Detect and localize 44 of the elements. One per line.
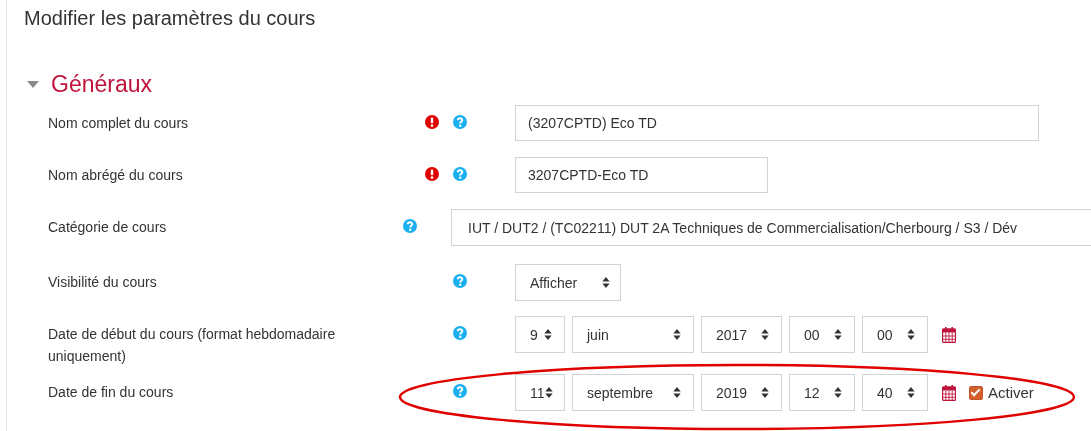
date-select[interactable]: septembre [572,374,694,411]
enable-checkbox[interactable] [969,385,983,400]
date-select[interactable]: juin [572,316,694,353]
calendar-icon[interactable] [942,326,956,343]
sort-arrows-icon [761,329,769,340]
date-select[interactable]: 00 [789,316,855,353]
help-icon[interactable] [453,115,467,129]
select-dropdown[interactable]: IUT / DUT2 / (TC02211) DUT 2A Techniques de Commercialisation/Cherbourg / S3 / Dév [451,209,1091,246]
date-select[interactable]: 11 [515,374,565,411]
field-label: Catégorie de cours [48,218,168,237]
sort-arrows-icon [602,277,610,288]
help-icon[interactable] [402,219,417,233]
sort-arrows-icon [544,387,553,398]
sort-arrows-icon [761,387,769,398]
collapse-toggle-icon[interactable] [27,80,39,88]
field-label: Nom complet du cours [48,114,190,133]
help-icon[interactable] [453,326,467,340]
help-icon[interactable] [453,274,467,288]
text-field[interactable]: (3207CPTD) Eco TD [515,105,1039,141]
sort-arrows-icon [673,387,681,398]
date-select[interactable]: 2019 [701,374,782,411]
sort-arrows-icon [907,387,915,398]
section-title: Généraux [51,70,152,98]
help-icon[interactable] [453,167,467,181]
field-label: Visibilité du cours [48,273,158,292]
help-icon[interactable] [453,384,467,398]
date-select[interactable]: 40 [862,374,928,411]
sort-arrows-icon [834,329,842,340]
sort-arrows-icon [544,329,552,340]
text-field[interactable]: 3207CPTD-Eco TD [515,157,768,193]
date-select[interactable]: 12 [789,374,855,411]
enable-label: Activer [988,384,1034,401]
date-select[interactable]: 00 [862,316,928,353]
date-select[interactable]: 9 [515,316,565,353]
sort-arrows-icon [673,329,681,340]
date-select[interactable]: 2017 [701,316,782,353]
sort-arrows-icon [907,329,915,340]
select-dropdown[interactable]: Afficher [515,264,621,301]
field-label: Date de début du cours (format hebdomadaire uniquement) [48,325,337,366]
sort-arrows-icon [834,387,842,398]
field-label: Date de fin du cours [48,383,175,402]
page-title: Modifier les paramètres du cours [24,6,316,31]
calendar-icon[interactable] [942,384,956,401]
field-label: Nom abrégé du cours [48,166,184,185]
